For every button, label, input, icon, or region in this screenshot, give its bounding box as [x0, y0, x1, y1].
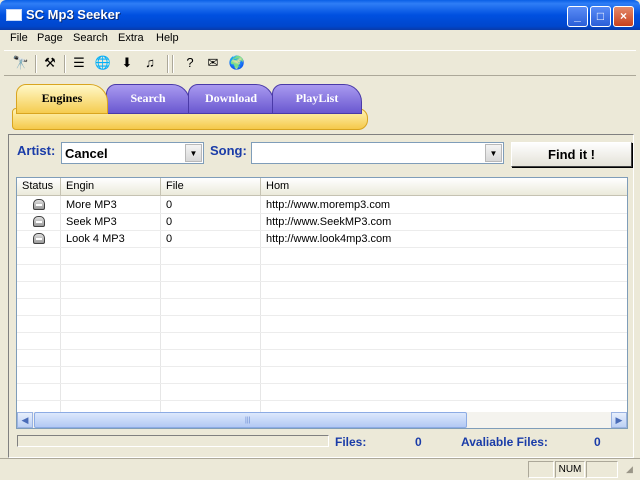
tab-engines[interactable]: Engines [16, 84, 108, 114]
music-note-icon[interactable]: ♫ [141, 54, 159, 72]
title-bar: SC Mp3 Seeker _ □ × [0, 0, 640, 30]
home-cell: http://www.SeekMP3.com [266, 216, 392, 228]
status-pane [586, 461, 618, 478]
file-cell: 0 [166, 216, 173, 228]
artist-label: Artist: [17, 143, 56, 158]
binoculars-icon[interactable]: 🔭 [12, 54, 30, 72]
menu-help[interactable]: Help [156, 32, 179, 44]
window-title: SC Mp3 Seeker [26, 7, 120, 22]
column-engine[interactable]: Engin [61, 178, 161, 196]
toolbar-separator [172, 55, 174, 73]
list-header: Status Engin File Hom [17, 178, 627, 196]
horizontal-scrollbar[interactable]: ◀ ||| ▶ [17, 412, 627, 428]
status-pane [528, 461, 554, 478]
grip-icon: ||| [245, 417, 251, 424]
lock-icon [33, 199, 45, 210]
chevron-down-icon[interactable]: ▼ [185, 144, 202, 162]
empty-row [17, 316, 627, 333]
empty-row [17, 384, 627, 401]
column-home[interactable]: Hom [261, 178, 627, 196]
close-button[interactable]: × [613, 6, 634, 27]
available-files-count: 0 [594, 435, 601, 449]
empty-row [17, 333, 627, 350]
resize-grip-icon[interactable]: ◢ [626, 464, 638, 476]
status-bar: NUM ◢ [0, 458, 640, 480]
globe-search-icon[interactable]: 🌐 [94, 54, 112, 72]
chevron-down-icon[interactable]: ▼ [485, 144, 502, 162]
minimize-button[interactable]: _ [567, 6, 588, 27]
toolbar-separator [64, 55, 66, 73]
column-file[interactable]: File [161, 178, 261, 196]
engines-list[interactable]: Status Engin File Hom More MP3 0 http://… [16, 177, 628, 429]
files-count: 0 [415, 435, 422, 449]
engine-cell: Look 4 MP3 [66, 233, 125, 245]
lock-icon [33, 216, 45, 227]
engine-cell: More MP3 [66, 199, 117, 211]
available-files-label: Avaliable Files: [461, 435, 548, 449]
app-icon [6, 9, 22, 21]
table-row[interactable]: Look 4 MP3 0 http://www.look4mp3.com [17, 231, 627, 248]
empty-row [17, 299, 627, 316]
empty-row [17, 282, 627, 299]
engine-cell: Seek MP3 [66, 216, 117, 228]
empty-row [17, 350, 627, 367]
home-cell: http://www.look4mp3.com [266, 233, 392, 245]
empty-row [17, 248, 627, 265]
artist-value: Cancel [65, 146, 108, 161]
help-icon[interactable]: ? [181, 54, 199, 72]
file-cell: 0 [166, 233, 173, 245]
chevron-left-icon[interactable]: ◀ [17, 412, 33, 428]
empty-row [17, 265, 627, 282]
scrollbar-thumb[interactable]: ||| [34, 412, 467, 428]
files-label: Files: [335, 435, 367, 449]
song-combo[interactable]: ▼ [251, 142, 504, 164]
progress-bar [17, 435, 329, 447]
download-icon[interactable]: ⬇ [118, 54, 136, 72]
tab-playlist[interactable]: PlayList [272, 84, 362, 114]
list-icon[interactable]: ☰ [70, 54, 88, 72]
chevron-right-icon[interactable]: ▶ [611, 412, 627, 428]
song-label: Song: [210, 143, 247, 158]
menu-search[interactable]: Search [73, 32, 108, 44]
tools-icon[interactable]: ⚒ [41, 54, 59, 72]
mail-icon[interactable]: ✉ [204, 54, 222, 72]
menu-file[interactable]: File [10, 32, 28, 44]
toolbar-separator [35, 55, 37, 73]
home-cell: http://www.moremp3.com [266, 199, 391, 211]
column-status[interactable]: Status [17, 178, 61, 196]
maximize-button[interactable]: □ [590, 6, 611, 27]
toolbar: 🔭 ⚒ ☰ 🌐 ⬇ ♫ ? ✉ 🌍 [4, 50, 636, 76]
menu-bar: File Page Search Extra Help [4, 30, 636, 48]
globe-icon[interactable]: 🌍 [228, 54, 246, 72]
table-row[interactable]: More MP3 0 http://www.moremp3.com [17, 197, 627, 214]
empty-row [17, 367, 627, 384]
artist-combo[interactable]: Cancel ▼ [61, 142, 204, 164]
tab-search[interactable]: Search [106, 84, 190, 114]
toolbar-separator [167, 55, 169, 73]
find-button[interactable]: Find it ! [511, 142, 632, 167]
menu-extra[interactable]: Extra [118, 32, 144, 44]
table-row[interactable]: Seek MP3 0 http://www.SeekMP3.com [17, 214, 627, 231]
lock-icon [33, 233, 45, 244]
tab-download[interactable]: Download [188, 84, 274, 114]
menu-page[interactable]: Page [37, 32, 63, 44]
file-cell: 0 [166, 199, 173, 211]
num-indicator: NUM [555, 461, 585, 478]
